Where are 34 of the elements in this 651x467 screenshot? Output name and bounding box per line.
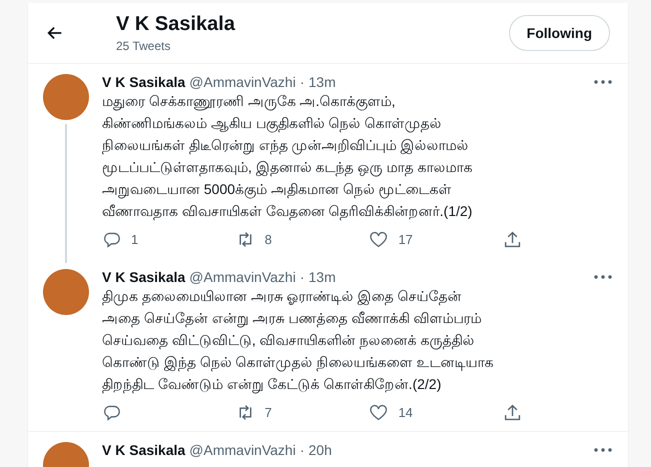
following-button[interactable]: Following xyxy=(508,15,610,51)
avatar[interactable] xyxy=(43,74,89,120)
tweet-time[interactable]: 13m xyxy=(308,269,336,285)
tweet-time[interactable]: 20h xyxy=(308,442,332,458)
share-icon[interactable] xyxy=(502,403,522,422)
profile-name: V K Sasikala xyxy=(116,13,236,36)
tweet-count: 25 Tweets xyxy=(116,39,172,53)
dot-separator: · xyxy=(300,442,304,458)
author-handle: @AmmavinVazhi xyxy=(189,442,296,458)
author-handle: @AmmavinVazhi xyxy=(189,269,296,285)
heart-icon[interactable] xyxy=(369,230,388,249)
more-icon[interactable] xyxy=(594,448,612,452)
like-count: 14 xyxy=(398,405,413,420)
retweet-count: 8 xyxy=(264,232,272,247)
tweet-text: திமுக தலைமையிலான அரசு ஓராண்டில் இதை செய்தேன் அதை செய்தேன் என்று அரசு பணத்தை வீணாக்கி விளம்பரம் செய்வதை விட்டுவிட்டு, விவசாயிகளின் நலனைக் கருத்தில் கொண்டு இந்த நெல் கொள்முதல் நிலையங்களை உடனடியாக திறந்திட வேண்டும் என்று கேட்டுக் கொள்கிறேன்.(2/2) xyxy=(102,287,494,395)
author-name: V K Sasikala xyxy=(102,442,186,458)
like-count: 17 xyxy=(398,232,413,247)
more-icon[interactable] xyxy=(594,80,612,84)
back-arrow-icon[interactable] xyxy=(46,24,64,42)
share-icon[interactable] xyxy=(502,230,522,249)
retweet-count: 7 xyxy=(264,405,272,420)
author-name: V K Sasikala xyxy=(102,269,186,285)
tweet-text: மதுரை செக்காணூரணி அருகே அ.கொக்குளம், கிண்ணிமங்கலம் ஆகிய பகுதிகளில் நெல் கொள்முதல் நிலையங்கள் திடீரென்று எந்த முன்அறிவிப்பும் இல்லாமல் மூடப்பட்டுள்ளதாகவும், இதனால் கடந்த ஒரு மாத காலமாக அறுவடையான 5000க்கும் அதிகமான நெல் மூட்டைகள் வீணாவதாக விவசாயிகள் வேதனை தெரிவிக்கின்றனர்.(1/2) xyxy=(102,92,474,222)
author-name: V K Sasikala xyxy=(102,74,186,90)
reply-count: 1 xyxy=(131,232,138,247)
reply-icon[interactable] xyxy=(102,403,121,422)
author-handle: @AmmavinVazhi xyxy=(189,74,296,90)
reply-icon[interactable] xyxy=(102,230,121,249)
avatar[interactable] xyxy=(43,269,89,315)
dot-separator: · xyxy=(300,269,304,285)
more-icon[interactable] xyxy=(594,275,612,279)
heart-icon[interactable] xyxy=(369,403,388,422)
dot-separator: · xyxy=(300,74,304,90)
tweet-time[interactable]: 13m xyxy=(308,74,336,90)
